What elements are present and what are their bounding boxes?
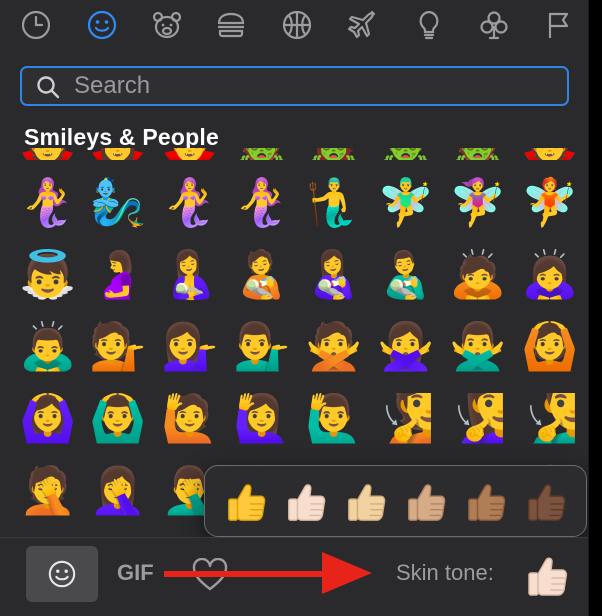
emoji-cell[interactable]: 👼	[14, 240, 82, 308]
thumbs-up-icon	[288, 484, 326, 521]
emoji-cell[interactable]: 🧛	[14, 148, 82, 160]
emoji-cell[interactable]: 🙅‍♂️	[444, 312, 512, 380]
emoji-cell[interactable]: 🤱	[156, 240, 224, 308]
emoji-cell[interactable]: 🤰	[84, 240, 152, 308]
emoji-cell[interactable]: 💁	[84, 312, 152, 380]
emoji-cell[interactable]: 🤦	[14, 456, 82, 524]
emoji-cell[interactable]: 🧚‍♂️	[372, 168, 440, 236]
emoji-cell[interactable]: 🙆	[516, 312, 584, 380]
emoji-cell[interactable]: 💁‍♀️	[156, 312, 224, 380]
emoji-cell[interactable]: 🙆‍♂️	[84, 384, 152, 452]
emoji-cell[interactable]: 🙇	[444, 240, 512, 308]
emoji-cell[interactable]: 🙋‍♂️	[300, 384, 368, 452]
ball-icon[interactable]	[280, 8, 314, 42]
emoji-cell[interactable]: 🙅	[300, 312, 368, 380]
flag-icon[interactable]	[542, 8, 576, 42]
clipped-emoji-row: 🧛🧛‍♀️🧛‍♂️🧟🧟‍♀️🧟‍♂️🧟🧛	[0, 148, 588, 160]
bear-icon[interactable]	[150, 8, 184, 42]
emoji-cell[interactable]: 🙇‍♂️	[14, 312, 82, 380]
emoji-cell[interactable]: 🧜‍♀️	[228, 168, 296, 236]
emoji-row: 👼 🤰 🤱 🧑‍🍼 👩‍🍼 👨‍🍼 🙇 🙇‍♀️	[0, 240, 588, 312]
skin-tone-option-dark[interactable]	[521, 476, 573, 528]
emoji-row: 🧜‍♀️ 🧞‍♂️ 🧜‍♀️ 🧜‍♀️ 🧜‍♂️ 🧚‍♂️ 🧚‍♀️ 🧚	[0, 168, 588, 240]
emoji-cell[interactable]: 💁‍♂️	[228, 312, 296, 380]
skin-tone-option-default[interactable]	[221, 476, 273, 528]
skin-tone-label: Skin tone:	[396, 560, 494, 585]
thumbs-up-icon	[528, 557, 568, 596]
thumbs-up-icon	[468, 484, 506, 521]
emoji-cell[interactable]: 🧟‍♀️	[300, 148, 368, 160]
emoji-cell[interactable]: 🧛‍♂️	[156, 148, 224, 160]
search-field[interactable]	[20, 66, 569, 106]
emoji-cell[interactable]: 👨‍🍼	[372, 240, 440, 308]
emoji-cell[interactable]: 🧜‍♀️	[14, 168, 82, 236]
category-bar	[0, 0, 588, 52]
thumbs-up-icon	[228, 484, 266, 521]
emoji-cell[interactable]: 🧏‍♀️	[444, 384, 512, 452]
smiley-icon[interactable]	[85, 8, 119, 42]
annotation-arrow-icon	[164, 552, 372, 594]
search-icon	[37, 76, 60, 99]
emoji-cell[interactable]: 🧟	[444, 148, 512, 160]
thumbs-up-icon	[408, 484, 446, 521]
club-icon[interactable]	[477, 8, 511, 42]
emoji-cell[interactable]: 🧞‍♂️	[84, 168, 152, 236]
emoji-picker-panel: Smileys & People 🧛🧛‍♀️🧛‍♂️🧟🧟‍♀️🧟‍♂️🧟🧛 🧜‍…	[0, 0, 589, 616]
emoji-cell[interactable]: 🧑‍🍼	[228, 240, 296, 308]
emoji-cell[interactable]: 🙇‍♀️	[516, 240, 584, 308]
emoji-tab-button[interactable]	[26, 546, 98, 602]
emoji-cell[interactable]: 🧚	[516, 168, 584, 236]
emoji-cell[interactable]: 🙅‍♀️	[372, 312, 440, 380]
emoji-cell[interactable]: 🧟	[228, 148, 296, 160]
burger-icon[interactable]	[214, 8, 248, 42]
lightbulb-icon[interactable]	[412, 8, 446, 42]
emoji-row: 🙆‍♀️ 🙆‍♂️ 🙋 🙋‍♀️ 🙋‍♂️ 🧏 🧏‍♀️ 🧏‍♂️	[0, 384, 588, 456]
emoji-cell[interactable]: 🧟‍♂️	[372, 148, 440, 160]
emoji-cell[interactable]: 🧜‍♂️	[300, 168, 368, 236]
section-title: Smileys & People	[24, 124, 219, 150]
emoji-cell[interactable]: 🧚‍♀️	[444, 168, 512, 236]
emoji-cell[interactable]: 🧏	[372, 384, 440, 452]
skin-tone-popup	[204, 465, 587, 537]
emoji-cell[interactable]: 👩‍🍼	[300, 240, 368, 308]
smiley-icon	[48, 560, 76, 588]
emoji-cell[interactable]: 🙆‍♀️	[14, 384, 82, 452]
search-input[interactable]	[74, 68, 554, 104]
emoji-row: 🙇‍♂️ 💁 💁‍♀️ 💁‍♂️ 🙅 🙅‍♀️ 🙅‍♂️ 🙆	[0, 312, 588, 384]
thumbs-up-icon	[348, 484, 386, 521]
skin-tone-option-light[interactable]	[281, 476, 333, 528]
skin-tone-option-medium-light[interactable]	[341, 476, 393, 528]
skin-tone-option-medium[interactable]	[401, 476, 453, 528]
emoji-cell[interactable]: 🤦‍♀️	[84, 456, 152, 524]
emoji-cell[interactable]: 🧛‍♀️	[84, 148, 152, 160]
clock-icon[interactable]	[19, 8, 53, 42]
skin-tone-option-medium-dark[interactable]	[461, 476, 513, 528]
emoji-cell[interactable]: 🧛	[516, 148, 584, 160]
thumbs-up-icon	[528, 484, 566, 521]
emoji-cell[interactable]: 🧜‍♀️	[156, 168, 224, 236]
emoji-cell[interactable]: 🧏‍♂️	[516, 384, 584, 452]
gif-tab-button[interactable]: GIF	[117, 560, 154, 586]
airplane-icon[interactable]	[346, 8, 380, 42]
emoji-cell[interactable]: 🙋	[156, 384, 224, 452]
skin-tone-button[interactable]	[520, 548, 576, 604]
emoji-cell[interactable]: 🙋‍♀️	[228, 384, 296, 452]
